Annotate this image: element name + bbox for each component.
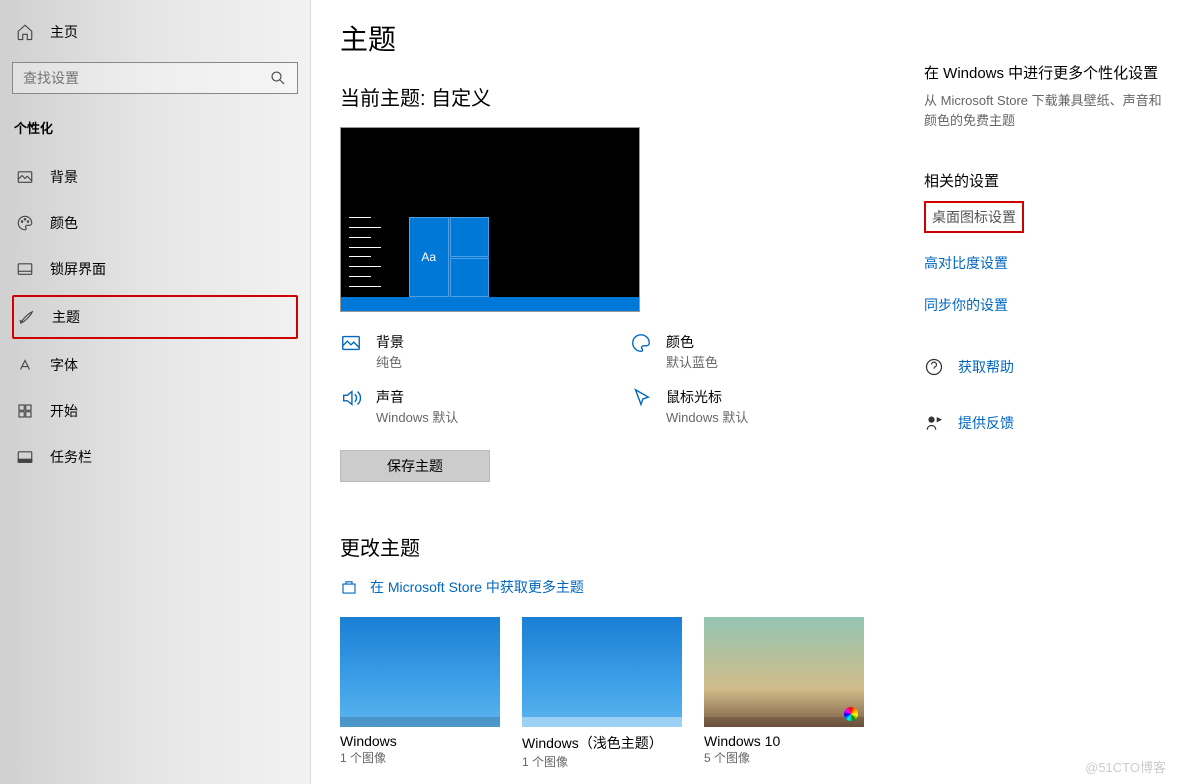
nav-label: 主题 bbox=[52, 307, 80, 327]
high-contrast-link[interactable]: 高对比度设置 bbox=[924, 247, 1164, 279]
theme-thumbnail bbox=[340, 617, 500, 727]
part-sound[interactable]: 声音Windows 默认 bbox=[340, 387, 590, 426]
nav-label: 背景 bbox=[50, 167, 78, 187]
section-label: 个性化 bbox=[12, 118, 298, 137]
preview-tiles: Aa bbox=[409, 217, 489, 297]
taskbar-icon bbox=[16, 448, 34, 466]
nav-label: 任务栏 bbox=[50, 447, 92, 467]
search-box[interactable] bbox=[12, 62, 298, 94]
sidebar-item-start[interactable]: 开始 bbox=[12, 391, 298, 431]
theme-name: Windows 10 bbox=[704, 733, 864, 749]
store-link[interactable]: 在 Microsoft Store 中获取更多主题 bbox=[340, 577, 1154, 597]
sidebar-item-themes[interactable]: 主题 bbox=[12, 295, 298, 339]
store-link-label: 在 Microsoft Store 中获取更多主题 bbox=[370, 577, 584, 597]
part-value: 纯色 bbox=[376, 352, 404, 371]
theme-thumbnail bbox=[704, 617, 864, 727]
theme-sub: 1 个图像 bbox=[340, 749, 500, 766]
nav-label: 字体 bbox=[50, 355, 78, 375]
store-icon bbox=[340, 578, 358, 596]
desktop-icon-settings-link[interactable]: 桌面图标设置 bbox=[924, 201, 1024, 233]
sidebar-item-lockscreen[interactable]: 锁屏界面 bbox=[12, 249, 298, 289]
preview-tile-aa: Aa bbox=[409, 217, 449, 297]
home-button[interactable]: 主页 bbox=[12, 16, 298, 48]
part-title: 背景 bbox=[376, 332, 404, 352]
feedback-icon bbox=[924, 413, 944, 433]
sidebar-item-color[interactable]: 颜色 bbox=[12, 203, 298, 243]
more-personalize-title: 在 Windows 中进行更多个性化设置 bbox=[924, 62, 1164, 83]
watermark: @51CTO博客 bbox=[1085, 757, 1166, 776]
nav-label: 开始 bbox=[50, 401, 78, 421]
sound-icon bbox=[340, 387, 362, 409]
picture-icon bbox=[340, 332, 362, 354]
sidebar-item-background[interactable]: 背景 bbox=[12, 157, 298, 197]
part-value: Windows 默认 bbox=[666, 407, 748, 426]
theme-parts: 背景纯色 颜色默认蓝色 声音Windows 默认 鼠标光标Windows 默认 bbox=[340, 332, 880, 426]
feedback-row[interactable]: 提供反馈 bbox=[924, 413, 1164, 433]
preview-startmenu bbox=[349, 207, 404, 297]
nav-label: 锁屏界面 bbox=[50, 259, 106, 279]
home-label: 主页 bbox=[50, 22, 78, 42]
part-title: 声音 bbox=[376, 387, 458, 407]
page-title: 主题 bbox=[340, 18, 1154, 58]
home-icon bbox=[16, 23, 34, 41]
picture-icon bbox=[16, 168, 34, 186]
theme-sub: 1 个图像 bbox=[522, 753, 682, 770]
part-cursor[interactable]: 鼠标光标Windows 默认 bbox=[630, 387, 880, 426]
help-icon bbox=[924, 357, 944, 377]
search-input[interactable] bbox=[23, 70, 269, 86]
theme-card-windows[interactable]: Windows 1 个图像 bbox=[340, 617, 500, 770]
change-theme-label: 更改主题 bbox=[340, 532, 1154, 561]
settings-sidebar: 主页 个性化 背景 颜色 锁屏界面 主题 字体 开始 任务栏 bbox=[0, 0, 310, 784]
related-settings-title: 相关的设置 bbox=[924, 170, 1164, 191]
theme-thumbnail bbox=[522, 617, 682, 727]
feedback-link[interactable]: 提供反馈 bbox=[958, 413, 1014, 433]
part-title: 鼠标光标 bbox=[666, 387, 748, 407]
part-value: 默认蓝色 bbox=[666, 352, 718, 371]
search-icon bbox=[269, 69, 287, 87]
palette-icon bbox=[16, 214, 34, 232]
right-column: 在 Windows 中进行更多个性化设置 从 Microsoft Store 下… bbox=[924, 62, 1164, 433]
theme-grid: Windows 1 个图像 Windows（浅色主题） 1 个图像 Window… bbox=[340, 617, 1154, 770]
theme-name: Windows bbox=[340, 733, 500, 749]
font-icon bbox=[16, 356, 34, 374]
lockscreen-icon bbox=[16, 260, 34, 278]
theme-sub: 5 个图像 bbox=[704, 749, 864, 766]
part-color[interactable]: 颜色默认蓝色 bbox=[630, 332, 880, 371]
brush-icon bbox=[18, 308, 36, 326]
preview-taskbar bbox=[341, 297, 639, 311]
nav-label: 颜色 bbox=[50, 213, 78, 233]
part-value: Windows 默认 bbox=[376, 407, 458, 426]
part-background[interactable]: 背景纯色 bbox=[340, 332, 590, 371]
sidebar-item-fonts[interactable]: 字体 bbox=[12, 345, 298, 385]
sync-settings-link[interactable]: 同步你的设置 bbox=[924, 289, 1164, 321]
more-personalize-desc: 从 Microsoft Store 下载兼具壁纸、声音和颜色的免费主题 bbox=[924, 91, 1164, 130]
palette-icon bbox=[630, 332, 652, 354]
get-help-row[interactable]: 获取帮助 bbox=[924, 357, 1164, 377]
theme-card-windows-light[interactable]: Windows（浅色主题） 1 个图像 bbox=[522, 617, 682, 770]
theme-name: Windows（浅色主题） bbox=[522, 733, 682, 753]
color-wheel-icon bbox=[844, 707, 858, 721]
get-help-link[interactable]: 获取帮助 bbox=[958, 357, 1014, 377]
start-icon bbox=[16, 402, 34, 420]
cursor-icon bbox=[630, 387, 652, 409]
save-theme-button[interactable]: 保存主题 bbox=[340, 450, 490, 482]
theme-preview: Aa bbox=[340, 127, 640, 312]
part-title: 颜色 bbox=[666, 332, 718, 352]
sidebar-item-taskbar[interactable]: 任务栏 bbox=[12, 437, 298, 477]
theme-card-windows-10[interactable]: Windows 10 5 个图像 bbox=[704, 617, 864, 770]
